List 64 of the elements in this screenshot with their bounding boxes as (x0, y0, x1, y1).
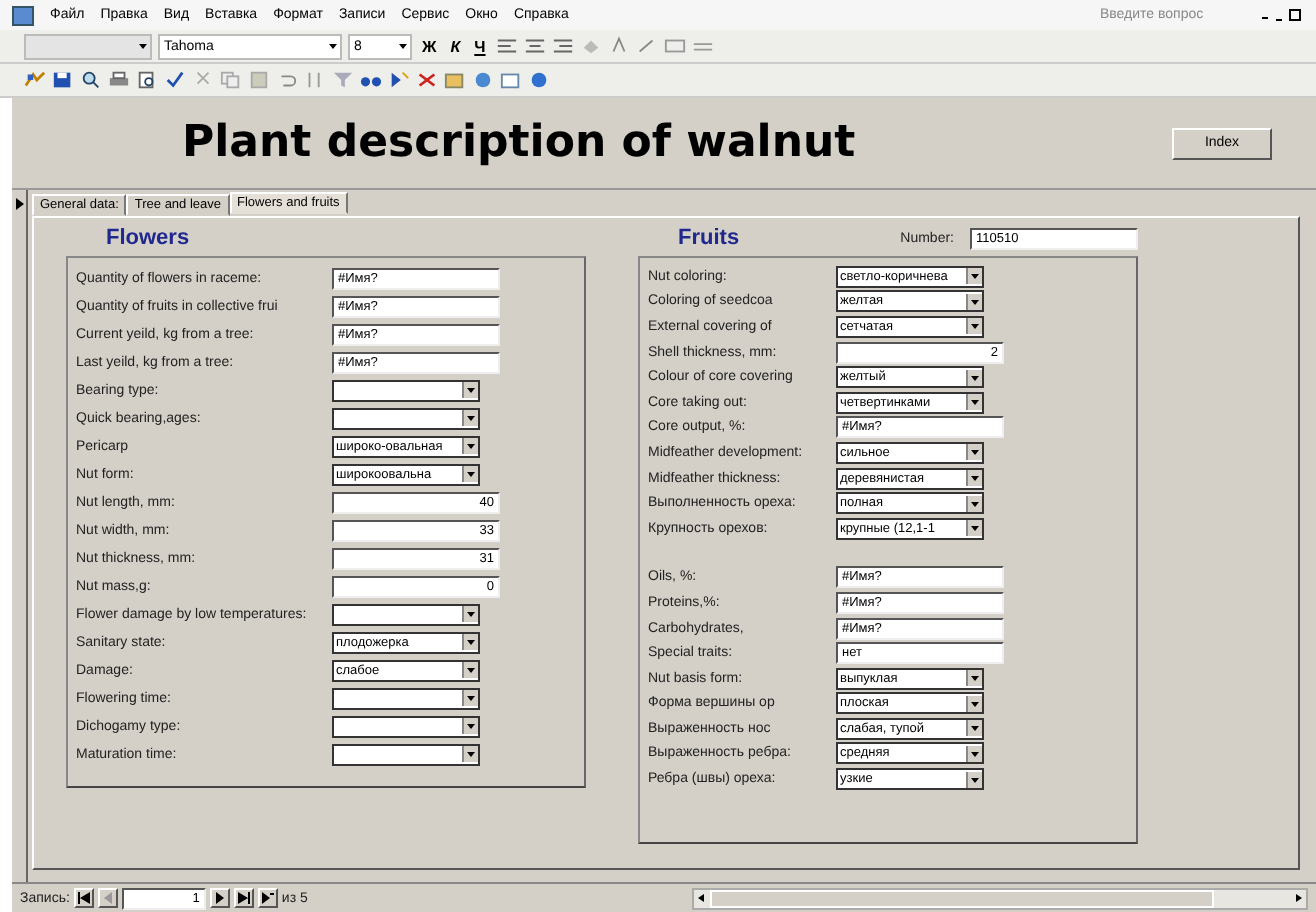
dropdown-arrow-icon[interactable] (966, 670, 982, 687)
dropdown-arrow-icon[interactable] (462, 690, 478, 706)
dropdown[interactable] (332, 715, 480, 737)
dropdown[interactable] (332, 687, 480, 709)
next-icon (213, 892, 226, 904)
delete-record-icon[interactable] (416, 70, 438, 90)
dropdown-arrow-icon[interactable] (462, 718, 478, 734)
align-center-icon[interactable] (523, 36, 546, 56)
next-record-button[interactable] (209, 888, 230, 908)
spelling-check-icon[interactable] (164, 70, 186, 90)
dropdown-arrow-icon[interactable] (462, 634, 478, 650)
dropdown-arrow-icon[interactable] (966, 268, 982, 285)
first-record-button[interactable] (73, 888, 94, 908)
scroll-left-icon[interactable] (693, 890, 710, 906)
align-left-icon[interactable] (495, 36, 518, 56)
dropdown-arrow-icon[interactable] (462, 606, 478, 622)
dropdown-arrow-icon[interactable] (136, 38, 150, 54)
search-icon[interactable] (80, 70, 102, 90)
dropdown-arrow-icon[interactable] (462, 662, 478, 678)
dropdown-arrow-icon[interactable] (966, 318, 982, 335)
dropdown-arrow-icon[interactable] (462, 746, 478, 762)
print-preview-icon[interactable] (136, 70, 158, 90)
dropdown-arrow-icon[interactable] (966, 394, 982, 411)
dropdown[interactable] (332, 603, 480, 625)
align-right-icon[interactable] (551, 36, 574, 56)
dropdown[interactable] (332, 379, 480, 401)
dropdown-arrow-icon[interactable] (396, 38, 410, 54)
new-record-icon[interactable] (388, 70, 410, 90)
dropdown-arrow-icon[interactable] (966, 745, 982, 762)
dropdown-arrow-icon[interactable] (966, 369, 982, 386)
previous-icon (101, 892, 114, 904)
previous-record-button[interactable] (97, 888, 118, 908)
dropdown-arrow-icon[interactable] (462, 466, 478, 482)
dropdown-arrow-icon[interactable] (966, 293, 982, 310)
printer-icon[interactable] (108, 70, 130, 90)
horizontal-scrollbar[interactable] (691, 887, 1308, 909)
record-selector[interactable] (12, 190, 28, 882)
dropdown-arrow-icon[interactable] (966, 444, 982, 461)
scroll-right-icon[interactable] (1290, 890, 1306, 906)
new-record-button[interactable] (257, 888, 278, 908)
new-record-icon (261, 892, 274, 904)
format-button[interactable]: Ж (418, 37, 441, 55)
dropdown-arrow-icon[interactable] (462, 438, 478, 454)
window-controls-icon[interactable] (1260, 7, 1304, 23)
format-button[interactable]: Ч (470, 37, 490, 55)
dropdown-arrow-icon[interactable] (326, 38, 340, 54)
dropdown-arrow-icon[interactable] (966, 470, 982, 487)
dropdown-arrow-icon[interactable] (462, 382, 478, 398)
dropdown[interactable] (332, 743, 480, 765)
section-heading: Flowers (104, 224, 192, 254)
format-button[interactable]: К (446, 37, 465, 55)
last-icon (237, 892, 250, 904)
section-heading: Fruits (676, 224, 742, 254)
dropdown[interactable] (332, 407, 480, 429)
last-record-button[interactable] (233, 888, 254, 908)
form-title: Plant description of walnut (182, 118, 858, 168)
dropdown-arrow-icon[interactable] (966, 771, 982, 788)
dropdown-arrow-icon[interactable] (966, 520, 982, 537)
dropdown-arrow-icon[interactable] (966, 720, 982, 737)
first-icon (77, 892, 90, 904)
dropdown-arrow-icon[interactable] (966, 495, 982, 512)
dropdown-arrow-icon[interactable] (462, 410, 478, 426)
dropdown-arrow-icon[interactable] (966, 695, 982, 712)
current-record-icon (15, 198, 23, 210)
